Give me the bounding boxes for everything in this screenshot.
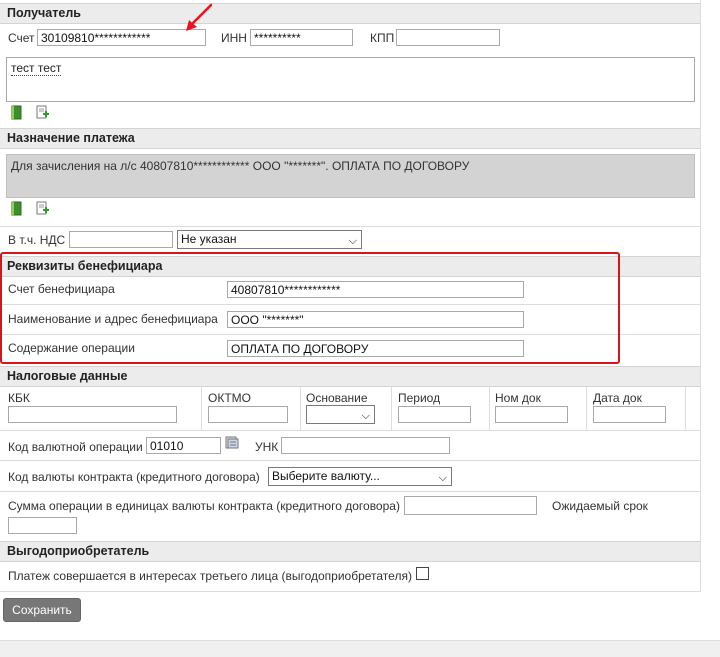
- divider: [489, 386, 490, 430]
- expected-term-label: Ожидаемый срок: [552, 499, 648, 513]
- section-title: Получатель: [7, 6, 81, 20]
- period-input[interactable]: [398, 406, 471, 423]
- unk-label: УНК: [255, 440, 279, 454]
- recipient-name-text: тест тест: [11, 61, 62, 76]
- currency-op-code-label: Код валютной операции: [8, 440, 143, 454]
- divider: [0, 491, 700, 492]
- contract-currency-label: Код валюты контракта (кредитного договор…: [8, 470, 260, 484]
- divider: [391, 386, 392, 430]
- amount-label: Сумма операции в единицах валюты контрак…: [8, 499, 400, 513]
- divider: [201, 386, 202, 430]
- chevron-down-icon: ⌵: [348, 235, 357, 247]
- vat-select-value: Не указан: [181, 232, 237, 246]
- reference-book-icon[interactable]: [225, 435, 239, 450]
- kpp-input[interactable]: [396, 29, 500, 46]
- divider: [300, 386, 301, 430]
- contract-currency-select[interactable]: Выберите валюту... ⌵: [268, 467, 452, 486]
- doc-date-label: Дата док: [593, 391, 642, 405]
- payment-purpose-text: Для зачисления на л/с 40807810**********…: [11, 159, 470, 173]
- doc-number-label: Ном док: [495, 391, 541, 405]
- vat-label: В т.ч. НДС: [8, 233, 66, 247]
- footer-strip: [0, 640, 720, 657]
- divider: [0, 430, 700, 431]
- kpp-label: КПП: [370, 31, 395, 45]
- section-title: Назначение платежа: [7, 131, 135, 145]
- add-document-icon[interactable]: [36, 201, 50, 216]
- third-party-checkbox[interactable]: [416, 567, 429, 580]
- save-button[interactable]: Сохранить: [3, 598, 81, 622]
- chevron-down-icon: ⌵: [361, 410, 370, 422]
- kbk-input[interactable]: [8, 406, 177, 423]
- basis-select[interactable]: ⌵: [306, 405, 375, 424]
- kbk-label: КБК: [8, 391, 30, 405]
- highlight-box: [0, 252, 620, 364]
- divider: [700, 0, 701, 592]
- inn-input[interactable]: **********: [250, 29, 353, 46]
- inn-label: ИНН: [221, 31, 247, 45]
- expected-term-input[interactable]: [8, 517, 77, 534]
- section-beneficial-owner: Выгодоприобретатель: [0, 541, 700, 562]
- amount-input[interactable]: [404, 496, 537, 515]
- section-title: Налоговые данные: [7, 369, 128, 383]
- annotation-arrow-icon: [186, 3, 213, 31]
- oktmo-input[interactable]: [208, 406, 288, 423]
- book-icon[interactable]: [10, 105, 24, 120]
- basis-label: Основание: [306, 391, 368, 405]
- vat-select[interactable]: Не указан ⌵: [177, 230, 362, 249]
- section-purpose: Назначение платежа: [0, 128, 700, 149]
- contract-currency-value: Выберите валюту...: [272, 469, 380, 483]
- divider: [586, 386, 587, 430]
- unk-input[interactable]: [281, 437, 450, 454]
- period-label: Период: [398, 391, 441, 405]
- divider: [0, 591, 700, 592]
- payment-purpose-textarea[interactable]: Для зачисления на л/с 40807810**********…: [6, 154, 695, 198]
- currency-op-code-input[interactable]: 01010: [146, 437, 221, 454]
- oktmo-label: ОКТМО: [208, 391, 251, 405]
- doc-date-input[interactable]: [593, 406, 666, 423]
- third-party-label: Платеж совершается в интересах третьего …: [8, 569, 412, 583]
- divider: [685, 386, 686, 430]
- account-label: Счет: [8, 31, 35, 45]
- vat-input[interactable]: [69, 231, 173, 248]
- section-title: Выгодоприобретатель: [7, 544, 150, 558]
- divider: [0, 226, 700, 227]
- divider: [0, 460, 700, 461]
- chevron-down-icon: ⌵: [438, 472, 447, 484]
- section-recipient: Получатель: [0, 3, 700, 24]
- book-icon[interactable]: [10, 201, 24, 216]
- doc-number-input[interactable]: [495, 406, 568, 423]
- section-tax: Налоговые данные: [0, 366, 700, 387]
- recipient-name-textarea[interactable]: тест тест: [6, 57, 695, 102]
- add-document-icon[interactable]: [36, 105, 50, 120]
